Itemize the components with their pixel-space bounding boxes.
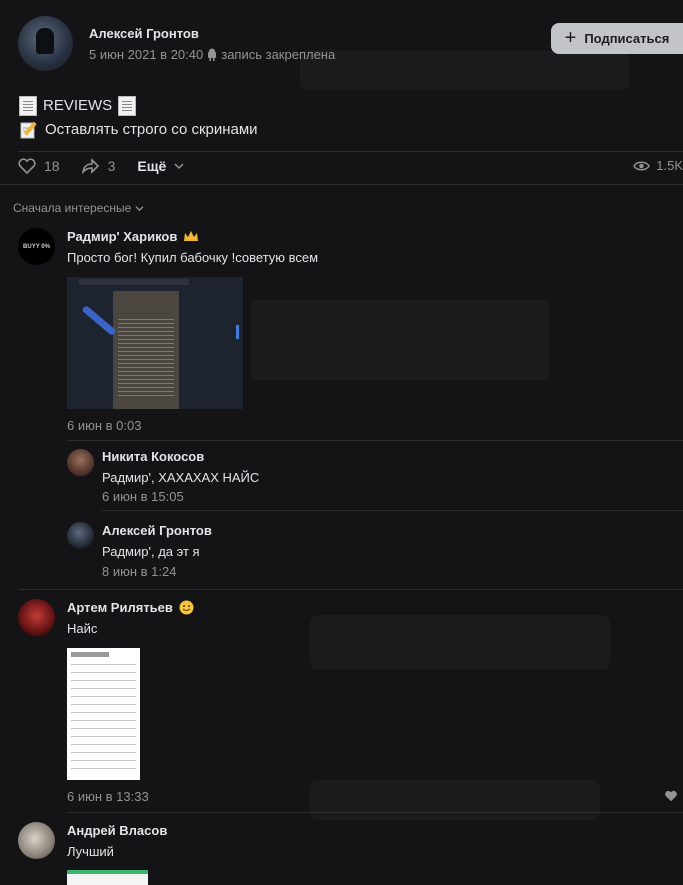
share-icon (81, 158, 99, 174)
reply-avatar[interactable] (67, 522, 94, 549)
pinned-label: запись закреплена (221, 46, 336, 62)
sort-label: Сначала интересные (13, 201, 132, 215)
comment-text: Найс (67, 621, 98, 636)
divider (67, 812, 683, 813)
receipt-emoji-icon (118, 96, 137, 116)
divider (18, 589, 683, 590)
comment-screenshot-image[interactable] (67, 277, 243, 409)
crown-emoji-icon (184, 231, 199, 241)
reply-avatar[interactable] (67, 449, 94, 476)
shares-count: 3 (107, 158, 116, 174)
more-label: Ещё (137, 158, 167, 174)
more-button[interactable]: Ещё (137, 158, 184, 174)
post-title: REVIEWS (43, 97, 113, 114)
divider (18, 151, 683, 152)
likes-count: 18 (44, 158, 60, 174)
reply-text: Радмир', да эт я (102, 544, 200, 559)
comment-date[interactable]: 6 июн в 0:03 (67, 418, 141, 433)
image-detail (81, 304, 117, 337)
post-line-1: REVIEWS (19, 94, 258, 118)
background-ghost (310, 780, 600, 820)
reply-text: Радмир', ХАХАХАХ НАЙС (102, 470, 260, 485)
divider (102, 510, 683, 511)
android-icon (208, 48, 217, 61)
background-ghost (310, 615, 610, 670)
comment-screenshot-image[interactable] (67, 870, 148, 885)
eye-icon (633, 161, 651, 170)
reply-date[interactable]: 8 июн в 1:24 (102, 564, 176, 579)
comment-text: Лучший (67, 844, 114, 859)
post-date[interactable]: 5 июн 2021 в 20:40 (89, 47, 203, 62)
smile-emoji-icon (179, 600, 194, 615)
comment-avatar[interactable] (18, 599, 55, 636)
image-detail (236, 325, 239, 339)
comment-author[interactable]: Артем Рилятьев (67, 600, 194, 615)
plus-icon: + (564, 26, 577, 49)
views-count: 1.5K (656, 158, 683, 173)
comment-text: Просто бог! Купил бабочку !советую всем (67, 250, 319, 265)
chevron-down-icon (174, 163, 184, 170)
comment-author-name: Артем Рилятьев (67, 600, 173, 615)
reply-date[interactable]: 6 июн в 15:05 (102, 489, 184, 504)
comments-sort-dropdown[interactable]: Сначала интересные (13, 201, 144, 215)
post-text: REVIEWS Оставлять строго со скринами (19, 94, 258, 142)
reply-author[interactable]: Алексей Гронтов (102, 523, 212, 538)
heart-icon (665, 790, 677, 802)
memo-emoji-icon (20, 121, 37, 139)
heart-icon (18, 158, 36, 174)
image-detail (79, 279, 189, 285)
share-button[interactable]: 3 (81, 158, 116, 174)
like-button[interactable]: 18 (18, 158, 60, 174)
comment-like-button[interactable] (664, 790, 678, 802)
subscribe-button[interactable]: + Подписаться (551, 23, 683, 54)
views-counter: 1.5K (633, 158, 683, 173)
comment-author-name: Радмир' Хариков (67, 229, 178, 244)
comment-avatar[interactable] (18, 822, 55, 859)
author-avatar[interactable] (18, 16, 73, 71)
post-meta: 5 июн 2021 в 20:40 запись закреплена (89, 47, 335, 62)
avatar-logo-text: BUYY 0% (23, 243, 50, 250)
image-detail (113, 291, 179, 409)
post-header: Алексей Гронтов 5 июн 2021 в 20:40 запис… (18, 16, 335, 71)
comment-avatar[interactable]: BUYY 0% (18, 228, 55, 265)
post-line-2: Оставлять строго со скринами (19, 118, 258, 142)
background-ghost (250, 300, 550, 380)
author-name[interactable]: Алексей Гронтов (89, 26, 335, 41)
comment-date[interactable]: 6 июн в 13:33 (67, 789, 149, 804)
comment-author[interactable]: Андрей Власов (67, 823, 167, 838)
background-ghost (300, 50, 630, 90)
post-body: Оставлять строго со скринами (45, 121, 258, 138)
divider (0, 184, 683, 185)
receipt-emoji-icon (19, 96, 37, 116)
comment-author[interactable]: Радмир' Хариков (67, 229, 199, 244)
subscribe-label: Подписаться (584, 31, 670, 46)
post-actions: 18 3 Ещё (18, 158, 206, 174)
chevron-down-icon (135, 205, 144, 211)
divider (67, 440, 683, 441)
comment-screenshot-image[interactable] (67, 648, 140, 780)
reply-author[interactable]: Никита Кокосов (102, 449, 204, 464)
